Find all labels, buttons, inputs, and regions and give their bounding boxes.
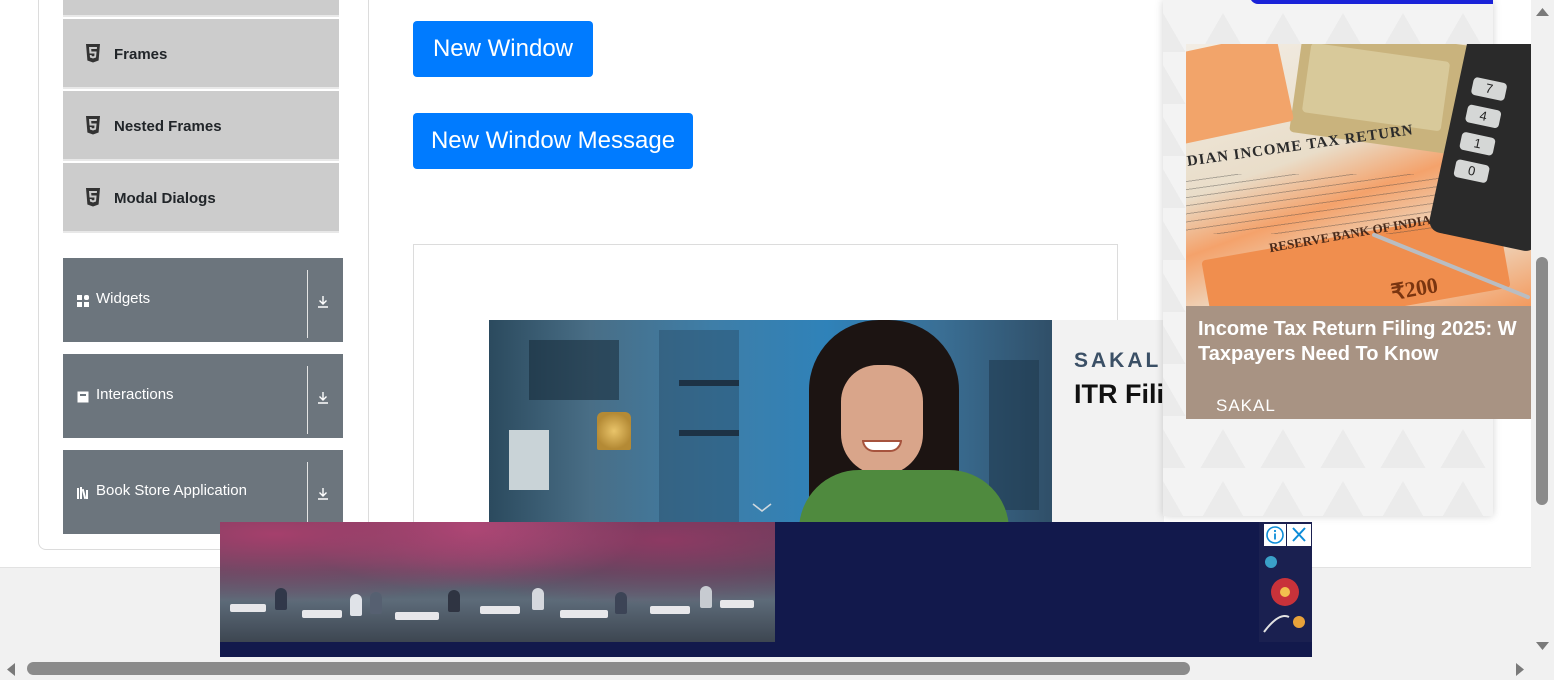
ad-info-button[interactable] [1264, 524, 1286, 546]
ad-headline: ITR Fili [1074, 379, 1164, 409]
html5-icon [86, 44, 100, 63]
ad-close-button[interactable] [1287, 524, 1311, 546]
sidebar-item-frames[interactable]: Frames [63, 19, 339, 89]
sidebar-group-interactions[interactable]: Interactions [63, 354, 343, 438]
scroll-left-icon[interactable] [3, 659, 19, 680]
sidebar-group-label: Book Store Application [96, 482, 247, 499]
square-icon [77, 391, 89, 403]
download-arrow-icon[interactable] [317, 487, 329, 500]
ad-image[interactable] [489, 320, 1052, 530]
sidebar-item-label: Modal Dialogs [114, 190, 216, 207]
sidebar-item-label: Nested Frames [114, 118, 222, 135]
scroll-up-icon[interactable] [1531, 4, 1554, 20]
sidebar-item-nested-frames[interactable]: Nested Frames [63, 91, 339, 161]
sidebar-group-label: Widgets [96, 290, 151, 307]
html5-icon [86, 116, 100, 135]
news-headline: Income Tax Return Filing 2025: W Taxpaye… [1198, 318, 1517, 365]
news-source: SAKAL [1216, 396, 1276, 415]
new-window-button[interactable]: New Window [413, 21, 593, 77]
ad-top-strip[interactable] [1250, 0, 1493, 4]
banner-ad[interactable] [220, 522, 1312, 657]
vertical-scrollbar[interactable] [1531, 0, 1554, 659]
horizontal-scroll-thumb[interactable] [27, 662, 1190, 675]
close-icon [1292, 527, 1306, 542]
info-icon [1266, 526, 1284, 544]
vertical-scroll-thumb[interactable] [1536, 257, 1548, 505]
news-image: DIAN INCOME TAX RETURN RESERVE BANK OF I… [1186, 44, 1531, 306]
divider [307, 462, 308, 530]
sidebar-group-label: Interactions [96, 386, 174, 403]
chevron-down-icon[interactable] [752, 503, 772, 513]
banner-image [220, 522, 775, 642]
scroll-right-icon[interactable] [1512, 659, 1528, 680]
divider [307, 366, 308, 434]
new-window-message-button[interactable]: New Window Message [413, 113, 693, 169]
news-ad-tile[interactable]: DIAN INCOME TAX RETURN RESERVE BANK OF I… [1186, 44, 1531, 419]
sidebar-item-modal-dialogs[interactable]: Modal Dialogs [63, 163, 339, 233]
html5-icon [86, 188, 100, 207]
download-arrow-icon[interactable] [317, 391, 329, 404]
ad-text-panel[interactable]: SAKAL ITR Fili [1052, 320, 1164, 530]
divider [307, 270, 308, 338]
books-icon [77, 487, 88, 499]
sidebar-group-widgets[interactable]: Widgets [63, 258, 343, 342]
sidebar-subitem-partial[interactable] [63, 0, 339, 17]
download-arrow-icon[interactable] [317, 295, 329, 308]
horizontal-scrollbar[interactable] [0, 659, 1554, 680]
grid-icon [77, 295, 89, 307]
scroll-down-icon[interactable] [1531, 638, 1554, 654]
ad-brand: SAKAL [1074, 349, 1162, 372]
sidebar-item-label: Frames [114, 46, 168, 63]
